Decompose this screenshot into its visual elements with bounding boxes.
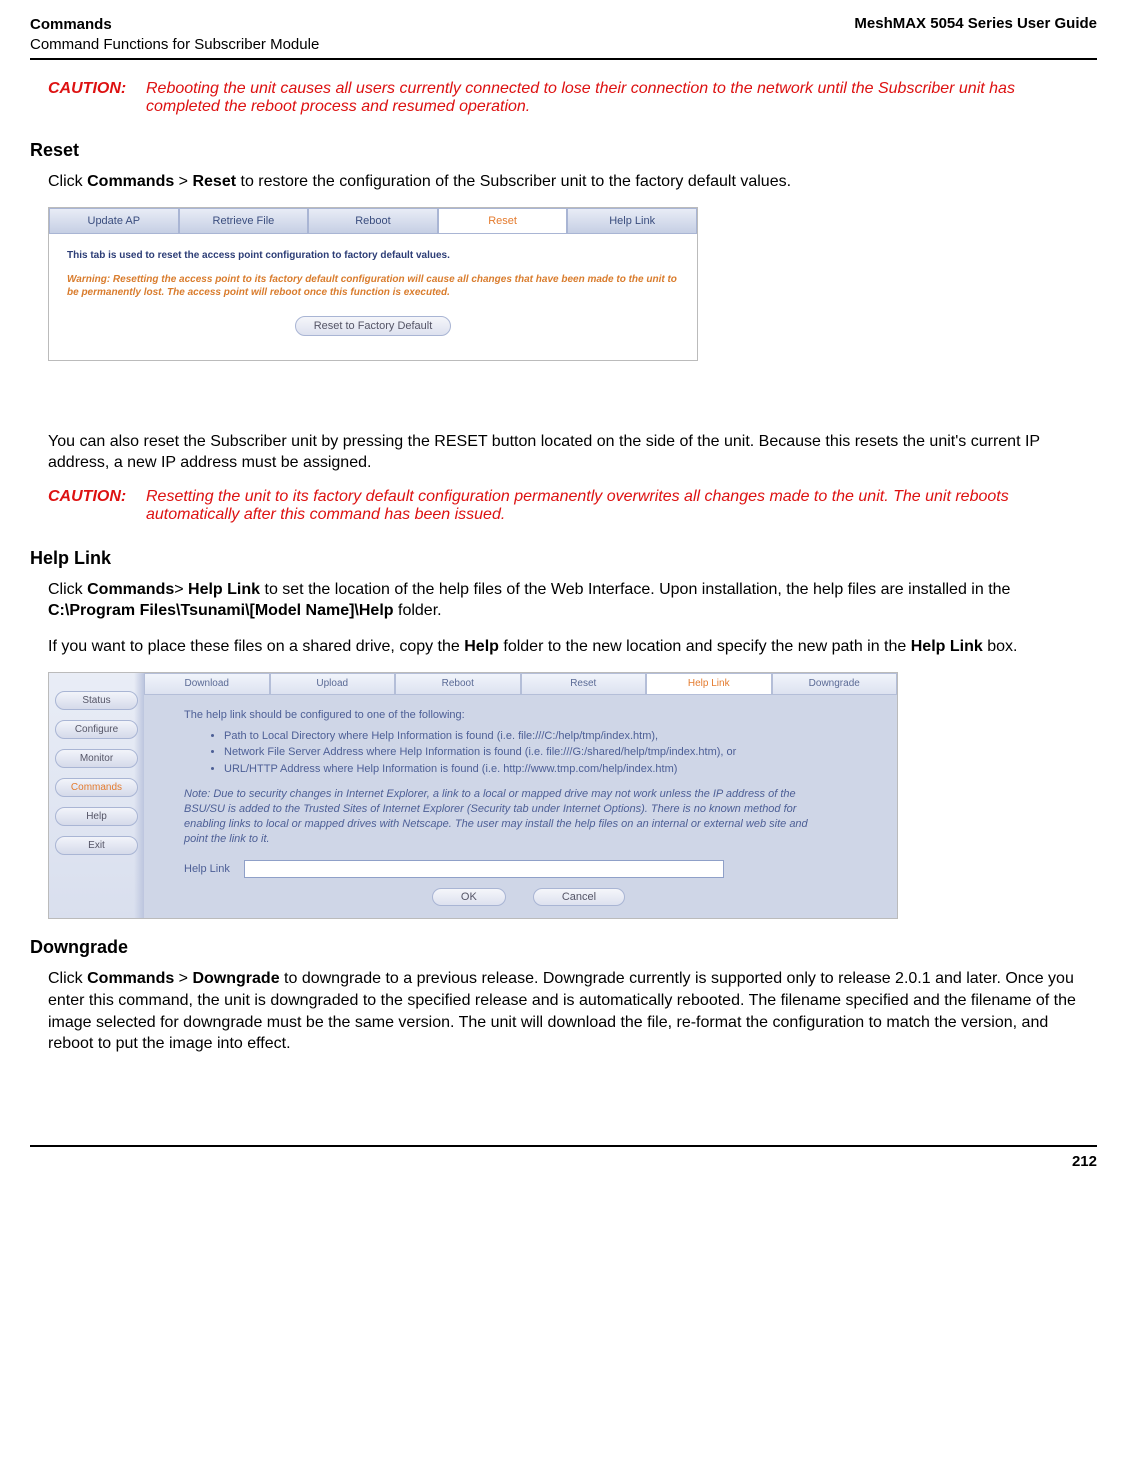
page-footer: 212: [30, 1145, 1097, 1170]
reset-tabstrip: Update AP Retrieve File Reboot Reset Hel…: [49, 208, 697, 234]
header-section: Commands: [30, 15, 319, 35]
sidebar: Status Configure Monitor Commands Help E…: [49, 673, 144, 919]
sidebar-item-configure[interactable]: Configure: [55, 720, 138, 739]
sidebar-item-help[interactable]: Help: [55, 807, 138, 826]
tab-help-link[interactable]: Help Link: [567, 208, 697, 234]
sidebar-item-exit[interactable]: Exit: [55, 836, 138, 855]
caution-reset: CAUTION: Resetting the unit to its facto…: [48, 488, 1097, 524]
helplink-main: Download Upload Reboot Reset Help Link D…: [144, 673, 897, 919]
reset-factory-button[interactable]: Reset to Factory Default: [295, 316, 452, 336]
section-title-help-link: Help Link: [30, 548, 1097, 569]
ok-button[interactable]: OK: [432, 888, 506, 906]
caution-text: Resetting the unit to its factory defaul…: [146, 488, 1097, 524]
helplink-tabstrip: Download Upload Reboot Reset Help Link D…: [144, 673, 897, 695]
helplink-field-label: Help Link: [184, 863, 230, 875]
tab-reset[interactable]: Reset: [438, 208, 568, 234]
tab-reset[interactable]: Reset: [521, 673, 647, 695]
page-header: Commands Command Functions for Subscribe…: [30, 15, 1097, 60]
header-guide-title: MeshMAX 5054 Series User Guide: [854, 15, 1097, 54]
caution-label: CAUTION:: [48, 488, 134, 524]
screenshot-reset-tab: Update AP Retrieve File Reboot Reset Hel…: [48, 207, 698, 361]
caution-reboot: CAUTION: Rebooting the unit causes all u…: [48, 80, 1097, 116]
reset-paragraph-1: Click Commands > Reset to restore the co…: [48, 171, 1079, 193]
tab-update-ap[interactable]: Update AP: [49, 208, 179, 234]
helplink-note: Note: Due to security changes in Interne…: [184, 787, 873, 846]
sidebar-item-monitor[interactable]: Monitor: [55, 749, 138, 768]
helplink-bullet: Path to Local Directory where Help Infor…: [224, 729, 873, 744]
page-number: 212: [1072, 1153, 1097, 1170]
helplink-content: The help link should be configured to on…: [144, 695, 897, 919]
reset-description: This tab is used to reset the access poi…: [67, 250, 679, 261]
caution-text: Rebooting the unit causes all users curr…: [146, 80, 1097, 116]
tab-retrieve-file[interactable]: Retrieve File: [179, 208, 309, 234]
header-subsection: Command Functions for Subscriber Module: [30, 35, 319, 55]
reset-button-row: Reset to Factory Default: [67, 316, 679, 336]
tab-upload[interactable]: Upload: [270, 673, 396, 695]
header-left: Commands Command Functions for Subscribe…: [30, 15, 319, 54]
tab-help-link[interactable]: Help Link: [646, 673, 772, 695]
screenshot-help-link: Status Configure Monitor Commands Help E…: [48, 672, 898, 920]
helplink-paragraph-2: If you want to place these files on a sh…: [48, 636, 1079, 658]
section-title-reset: Reset: [30, 140, 1097, 161]
downgrade-paragraph: Click Commands > Downgrade to downgrade …: [48, 968, 1079, 1054]
sidebar-item-commands[interactable]: Commands: [55, 778, 138, 797]
section-title-downgrade: Downgrade: [30, 937, 1097, 958]
sidebar-item-status[interactable]: Status: [55, 691, 138, 710]
helplink-bullet: Network File Server Address where Help I…: [224, 745, 873, 760]
tab-downgrade[interactable]: Downgrade: [772, 673, 898, 695]
reset-warning: Warning: Resetting the access point to i…: [67, 273, 679, 300]
helplink-paragraph-1: Click Commands> Help Link to set the loc…: [48, 579, 1079, 622]
helplink-bullet: URL/HTTP Address where Help Information …: [224, 762, 873, 777]
tab-reboot[interactable]: Reboot: [308, 208, 438, 234]
cancel-button[interactable]: Cancel: [533, 888, 625, 906]
helplink-intro: The help link should be configured to on…: [184, 709, 873, 721]
tab-reboot[interactable]: Reboot: [395, 673, 521, 695]
helplink-buttons: OK Cancel: [184, 888, 873, 906]
helplink-input[interactable]: [244, 860, 724, 878]
helplink-bullets: Path to Local Directory where Help Infor…: [224, 729, 873, 778]
helplink-field-row: Help Link: [184, 860, 873, 878]
tab-download[interactable]: Download: [144, 673, 270, 695]
reset-paragraph-2: You can also reset the Subscriber unit b…: [48, 431, 1079, 474]
reset-tab-body: This tab is used to reset the access poi…: [49, 234, 697, 360]
caution-label: CAUTION:: [48, 80, 134, 116]
